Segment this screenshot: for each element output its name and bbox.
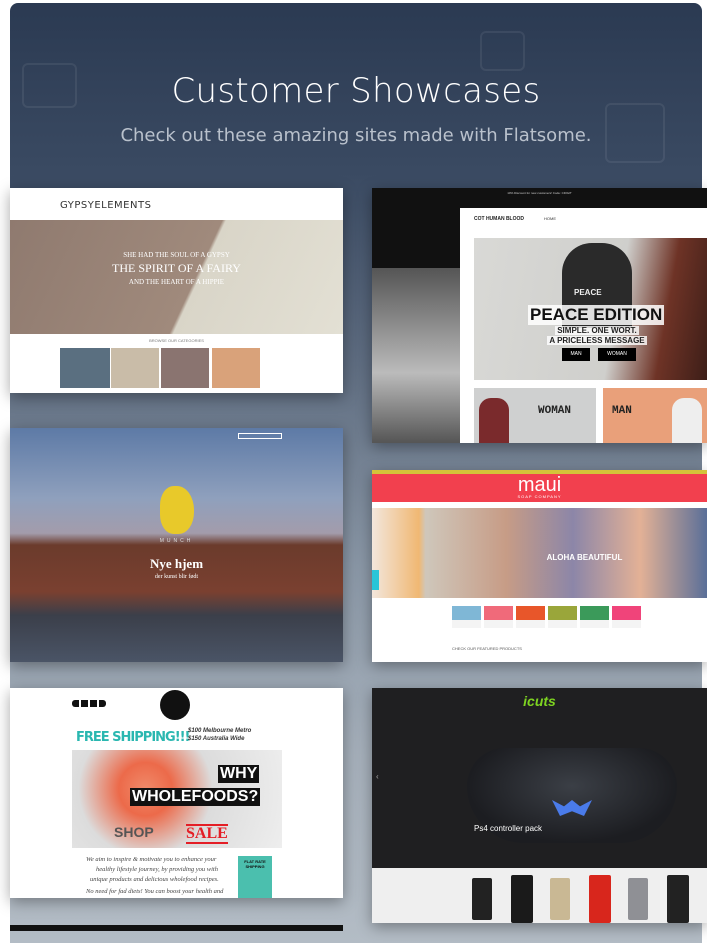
- site-logo: COT HUMAN BLOOD: [474, 216, 524, 222]
- hero-image: [10, 220, 343, 334]
- phone-skin-product[interactable]: [511, 875, 533, 923]
- man-button[interactable]: MAN: [562, 348, 590, 361]
- phone-skin-product[interactable]: [667, 875, 689, 923]
- hero-sub: der kunst blir født: [154, 574, 199, 580]
- logo-sub: SOAP COMPANY: [517, 494, 562, 499]
- shirt-print: PEACE: [574, 288, 602, 297]
- hero-title: WHOLEFOODS?: [130, 788, 261, 806]
- section-title: BROWSE OUR CATEGORIES: [149, 338, 204, 343]
- tile-label: MAN: [612, 405, 632, 417]
- brand-leaf-icon: [160, 486, 194, 534]
- site-logo: icuts: [523, 693, 556, 709]
- hero-sub: SIMPLE. ONE WORT.: [532, 326, 662, 335]
- intro-text: unique products and delicious wholefood …: [90, 876, 219, 883]
- phone-skin-product[interactable]: [550, 878, 570, 920]
- showcase-cotton-human-blood[interactable]: 10% Discount for new customers! Code: CD…: [372, 188, 707, 443]
- woman-button[interactable]: WOMAN: [598, 348, 636, 361]
- hero-title: Nye hjem: [149, 556, 204, 571]
- next-showcase-edge: [10, 925, 343, 931]
- cart-icon: [480, 31, 525, 71]
- showcase-munch-brygge[interactable]: MUNCH Nye hjem der kunst blir født: [10, 428, 343, 662]
- sale-link[interactable]: SALE: [186, 824, 228, 844]
- tile-label: WOMAN: [538, 405, 572, 417]
- hero-sub-line: A PRICELESS MESSAGE: [547, 336, 647, 345]
- showcase-maui-soap[interactable]: maui SOAP COMPANY ALOHA BEAUTIFUL CHECK …: [372, 470, 707, 662]
- brand-name: MUNCH: [159, 538, 194, 544]
- category-tile[interactable]: [111, 348, 159, 388]
- product-category-tile[interactable]: [484, 606, 513, 628]
- nav-button[interactable]: [238, 433, 282, 439]
- showcase-icuts[interactable]: icuts Ps4 controller pack ‹: [372, 688, 707, 923]
- phone-skin-product[interactable]: [628, 878, 648, 920]
- section-title: CHECK OUR FEATURED PRODUCTS: [452, 646, 522, 651]
- intro-text: We aim to inspire & motivate you to enha…: [86, 856, 217, 863]
- prev-arrow-icon[interactable]: ‹: [376, 772, 379, 781]
- shipping-note: $150 Australia Wide: [188, 736, 245, 742]
- free-shipping-banner: FREE SHIPPING!!!: [76, 730, 190, 745]
- product-category-tile[interactable]: [612, 606, 641, 628]
- shipping-badge: FLAT RATE SHIPPING: [238, 856, 272, 898]
- hero-line: AND THE HEART OF A HIPPIE: [128, 278, 225, 286]
- site-logo: GYPSYELEMENTS: [60, 200, 152, 211]
- category-tile[interactable]: [161, 348, 209, 388]
- hero-title: ALOHA BEAUTIFUL: [546, 553, 623, 562]
- hero-title: THE SPIRIT OF A FAIRY: [112, 261, 241, 275]
- product-strip: [372, 868, 707, 923]
- site-logo: maui: [517, 474, 562, 496]
- hero-sub: A PRICELESS MESSAGE: [532, 336, 662, 345]
- feedback-tab[interactable]: [372, 570, 379, 590]
- category-tile[interactable]: [60, 348, 110, 388]
- intro-text: healthy lifestyle journey, by providing …: [96, 866, 218, 873]
- site-logo: [160, 690, 190, 720]
- hero-sub-line: SIMPLE. ONE WORT.: [555, 326, 639, 335]
- product-category-tile[interactable]: [548, 606, 577, 628]
- woman-tile[interactable]: [474, 388, 596, 443]
- promo-bar: 10% Discount for new customers! Code: CD…: [507, 191, 572, 195]
- page-subtitle: Check out these amazing sites made with …: [120, 125, 592, 146]
- social-icons[interactable]: [72, 700, 106, 707]
- product-category-tile[interactable]: [452, 606, 481, 628]
- product-category-tile[interactable]: [516, 606, 545, 628]
- category-tile[interactable]: [212, 348, 260, 388]
- phone-skin-product[interactable]: [589, 875, 611, 923]
- intro-text: No need for fad diets! You can boost you…: [86, 888, 224, 895]
- shipping-note: $100 Melbourne Metro: [188, 728, 252, 734]
- showcase-gypsyelements[interactable]: GYPSYELEMENTS SHE HAD THE SOUL OF A GYPS…: [10, 188, 343, 393]
- product-category-tile[interactable]: [580, 606, 609, 628]
- shop-link[interactable]: SHOP: [114, 824, 154, 840]
- product-title: Ps4 controller pack: [474, 824, 543, 833]
- showcase-wholefoods[interactable]: FREE SHIPPING!!! $100 Melbourne Metro $1…: [10, 688, 343, 898]
- hero-why: WHY: [218, 765, 260, 783]
- hero-title: PEACE EDITION: [528, 305, 665, 325]
- phone-skin-product[interactable]: [472, 878, 492, 920]
- nav-home[interactable]: HOME: [544, 216, 556, 221]
- hero-line: SHE HAD THE SOUL OF A GYPSY: [123, 251, 230, 259]
- page-title: Customer Showcases: [171, 71, 541, 111]
